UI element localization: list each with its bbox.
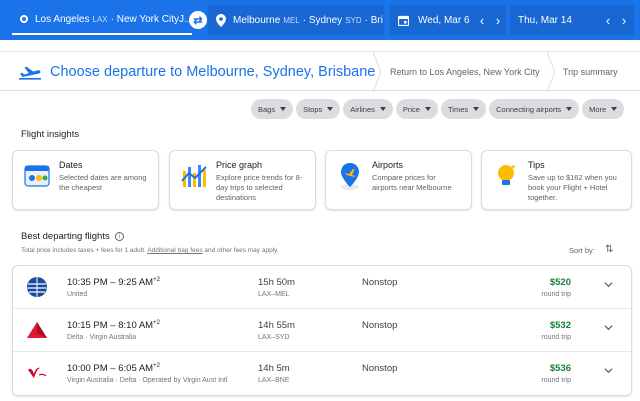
next-date-icon[interactable]: › <box>490 13 506 28</box>
insights-title: Flight insights <box>21 129 80 140</box>
virgin-logo-icon <box>28 367 47 378</box>
filter-times-button[interactable]: Times <box>440 99 487 119</box>
destination-truncation: Bri… <box>370 14 384 26</box>
flight-route: LAX–BNE <box>258 377 290 384</box>
airline-name: Virgin Australia · Delta · Operated by V… <box>67 377 228 384</box>
insight-text: Save up to $162 when you book your Flight… <box>528 173 617 202</box>
chevron-down-icon <box>379 107 386 111</box>
flight-price: $536 <box>549 363 571 374</box>
expand-chevron-icon[interactable] <box>604 366 613 375</box>
prev-return-date-icon[interactable]: ‹ <box>600 13 616 28</box>
info-icon[interactable]: i <box>114 232 124 241</box>
airport-pin-icon <box>341 163 359 190</box>
flight-times: 10:15 PM – 8:10 AM+2 <box>67 320 160 332</box>
sort-icon[interactable]: ⇅ <box>605 244 613 255</box>
insight-card-dates[interactable]: Dates Selected dates are among the cheape… <box>12 150 159 210</box>
filter-more-button[interactable]: More <box>582 99 625 119</box>
united-logo-icon <box>27 277 47 297</box>
flight-row[interactable]: 10:15 PM – 8:10 AM+2 Delta · Virgin Aust… <box>13 309 631 352</box>
insight-text: Explore price trends for 8- day trips to … <box>216 173 303 202</box>
chevron-down-icon <box>473 107 480 111</box>
current-step-title: Choose departure to Melbourne, Sydney, B… <box>50 64 376 80</box>
lightbulb-icon <box>498 164 516 185</box>
price-graph-icon <box>181 165 207 187</box>
chevron-down-icon <box>424 107 431 111</box>
flight-route: LAX–SYD <box>258 334 290 341</box>
destination-code-2: SYD <box>345 15 362 25</box>
destination-field[interactable]: Melbourne MEL · Sydney SYD · Bri… <box>208 5 384 35</box>
flight-stops: Nonstop <box>362 363 398 374</box>
flight-times: 10:35 PM – 9:25 AM+2 <box>67 277 160 289</box>
step-return[interactable]: Return to Los Angeles, New York City <box>390 67 540 77</box>
step-trip-summary[interactable]: Trip summary <box>563 67 618 77</box>
destination-code-1: MEL <box>283 15 300 25</box>
sort-by-label: Sort by: <box>569 246 595 255</box>
destination-city-2: Sydney <box>308 14 343 26</box>
origin-field[interactable]: Los Angeles LAX · New York City J… <box>12 5 192 35</box>
flight-times: 10:00 PM – 6:05 AM+2 <box>67 363 160 375</box>
step-chevron-icon <box>372 52 382 92</box>
expand-chevron-icon[interactable] <box>604 323 613 332</box>
filter-connecting-airports-button[interactable]: Connecting airports <box>489 99 580 119</box>
price-disclaimer: Total price includes taxes + fees for 1 … <box>21 247 279 254</box>
flight-route: LAX–MEL <box>258 291 290 298</box>
flight-duration: 14h 55m <box>258 320 295 331</box>
depart-date: Wed, Mar 6 <box>418 14 470 26</box>
swap-icon[interactable]: ⇄ <box>189 11 207 29</box>
chevron-down-icon <box>611 107 618 111</box>
search-bar: Los Angeles LAX · New York City J… ⇄ Mel… <box>0 0 640 40</box>
chevron-down-icon <box>327 107 334 111</box>
filter-stops-button[interactable]: Stops <box>296 99 341 119</box>
calendar-dates-icon <box>24 165 50 187</box>
insight-card-airports[interactable]: Airports Compare prices for airports near… <box>325 150 472 210</box>
expand-chevron-icon[interactable] <box>604 280 613 289</box>
flight-row[interactable]: 10:35 PM – 9:25 AM+2 United 15h 50m LAX–… <box>13 266 631 309</box>
step-chevron-icon <box>546 52 556 92</box>
return-date: Thu, Mar 14 <box>518 14 572 26</box>
prev-date-icon[interactable]: ‹ <box>474 13 490 28</box>
airline-name: United <box>67 291 88 298</box>
flight-list: 10:35 PM – 9:25 AM+2 United 15h 50m LAX–… <box>12 265 632 396</box>
flight-price: $532 <box>549 320 571 331</box>
chevron-down-icon <box>280 107 287 111</box>
flight-stops: Nonstop <box>362 277 398 288</box>
trip-type: round trip <box>541 334 571 341</box>
bag-fees-link[interactable]: Additional bag fees <box>147 247 202 254</box>
flight-stops: Nonstop <box>362 320 398 331</box>
insight-title: Price graph <box>216 160 263 170</box>
flight-duration: 14h 5m <box>258 363 290 374</box>
flight-duration: 15h 50m <box>258 277 295 288</box>
flight-price: $520 <box>549 277 571 288</box>
origin-circle-icon <box>20 15 28 23</box>
depart-date-field[interactable]: Wed, Mar 6 ‹ › <box>390 5 506 35</box>
insight-title: Airports <box>372 160 404 170</box>
best-flights-title: Best departing flights i <box>21 231 124 242</box>
insight-card-tips[interactable]: Tips Save up to $162 when you book your F… <box>481 150 632 210</box>
filter-airlines-button[interactable]: Airlines <box>343 99 393 119</box>
airline-name: Delta · Virgin Australia <box>67 334 137 341</box>
flight-row[interactable]: 10:00 PM – 6:05 AM+2 Virgin Australia · … <box>13 352 631 395</box>
insight-title: Tips <box>528 160 545 170</box>
destination-city-1: Melbourne <box>233 14 281 26</box>
trip-type: round trip <box>541 291 571 298</box>
origin-city-1: Los Angeles <box>35 13 90 25</box>
step-bar: Choose departure to Melbourne, Sydney, B… <box>0 51 640 92</box>
location-pin-icon <box>216 13 226 27</box>
origin-city-2: New York City <box>116 13 179 25</box>
insight-text: Compare prices for airports near Melbourn… <box>372 173 452 192</box>
return-date-field[interactable]: Thu, Mar 14 ‹ › <box>510 5 634 35</box>
delta-logo-icon <box>27 322 47 338</box>
next-return-date-icon[interactable]: › <box>616 13 632 28</box>
filter-price-button[interactable]: Price <box>395 99 438 119</box>
filter-bags-button[interactable]: Bags <box>251 99 294 119</box>
airplane-departure-icon <box>19 66 41 80</box>
insight-title: Dates <box>59 160 83 170</box>
chevron-down-icon <box>566 107 573 111</box>
calendar-icon <box>398 15 409 26</box>
insight-card-price-graph[interactable]: Price graph Explore price trends for 8- d… <box>169 150 316 210</box>
filter-chips: Bags Stops Airlines Price Times Connecti… <box>251 99 625 119</box>
trip-type: round trip <box>541 377 571 384</box>
insight-text: Selected dates are among the cheapest <box>59 173 147 192</box>
origin-code-1: LAX <box>92 14 108 24</box>
